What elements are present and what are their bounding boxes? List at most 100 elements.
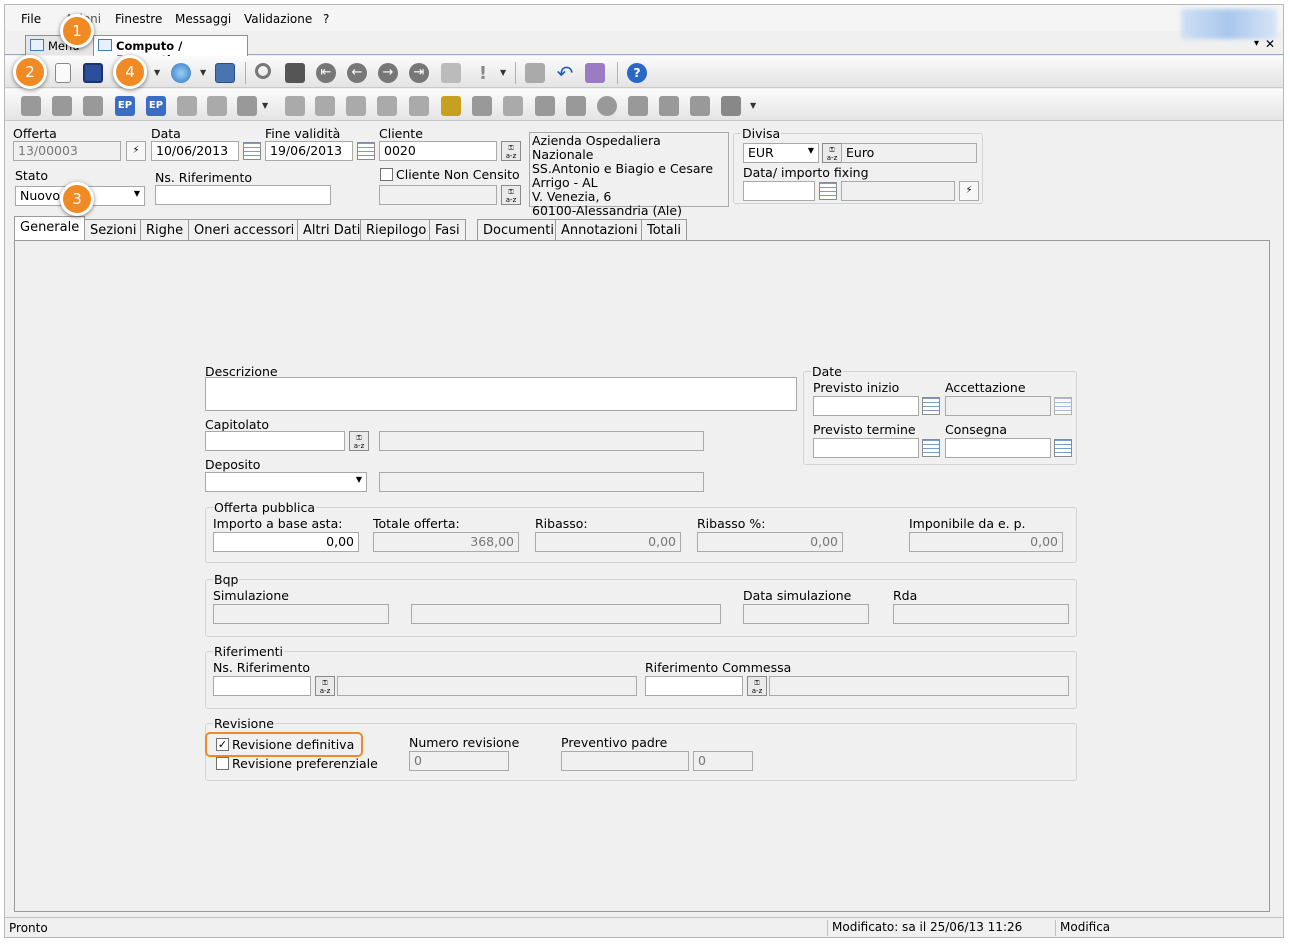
menu-validazione[interactable]: Validazione (244, 12, 312, 26)
document-delete-icon[interactable] (207, 96, 227, 116)
key-lookup-icon[interactable]: ⚿ a-z (315, 676, 335, 696)
print-icon[interactable] (237, 96, 257, 116)
table-icon[interactable] (409, 96, 429, 116)
last-record-icon[interactable]: ⇥ (409, 63, 429, 83)
globe-icon[interactable] (171, 63, 191, 83)
gears-icon[interactable] (472, 96, 492, 116)
fixing-amount-field[interactable] (841, 181, 955, 201)
calendar-icon[interactable] (922, 439, 940, 457)
divisa-select[interactable]: EUR ▼ (743, 143, 819, 163)
chevron-down-icon[interactable]: ▼ (262, 101, 268, 110)
tab-riepilogo[interactable]: Riepilogo (360, 219, 433, 241)
open-folder-icon[interactable] (21, 96, 41, 116)
previsto-termine-field[interactable] (813, 438, 919, 458)
previous-icon[interactable]: ← (347, 63, 367, 83)
ep-export-icon[interactable]: EP (146, 96, 166, 116)
app-manager-icon[interactable] (585, 63, 605, 83)
tab-sezioni[interactable]: Sezioni (84, 219, 143, 241)
calendar-icon[interactable] (819, 182, 837, 200)
data-field[interactable]: 10/06/2013 (151, 141, 239, 161)
compass-icon[interactable] (597, 96, 617, 116)
lightning-icon[interactable]: ⚡ (959, 181, 979, 201)
importo-field[interactable]: 0,00 (213, 532, 359, 552)
lightning-icon[interactable]: ⚡ (126, 141, 146, 161)
tools-icon[interactable] (503, 96, 523, 116)
capitolato-field[interactable] (205, 431, 345, 451)
chevron-down-icon[interactable]: ▾ (1254, 38, 1259, 49)
key-lookup-icon[interactable]: ⚿ a-z (349, 431, 369, 451)
key-lookup-icon[interactable]: ⚿ a-z (501, 185, 521, 205)
undo-icon[interactable]: ↶ (555, 63, 575, 83)
calendar-icon[interactable] (357, 142, 375, 160)
key-lookup-icon[interactable]: ⚿ a-z (501, 141, 521, 161)
descrizione-field[interactable] (205, 377, 797, 411)
copy-record-icon[interactable] (441, 63, 461, 83)
fixing-date-field[interactable] (743, 181, 815, 201)
accettazione-field[interactable] (945, 396, 1051, 416)
cancel-mail-icon[interactable] (525, 63, 545, 83)
preventivo-padre-rev[interactable]: 0 (693, 751, 753, 771)
chevron-down-icon[interactable]: ▼ (154, 68, 160, 77)
tab-fasi[interactable]: Fasi (429, 219, 466, 241)
tab-documenti[interactable]: Documenti (477, 219, 560, 241)
user-icon[interactable] (628, 96, 648, 116)
key-lookup-icon[interactable]: ⚿ a-z (747, 676, 767, 696)
revisione-preferenziale-checkbox[interactable] (216, 757, 229, 770)
search-icon[interactable] (255, 63, 271, 79)
cliente-field[interactable]: 0020 (379, 141, 497, 161)
house-icon[interactable] (535, 96, 555, 116)
doc-tab-computo[interactable]: Computo / Preventivo (93, 35, 248, 67)
tags-icon[interactable] (690, 96, 710, 116)
ep-icon[interactable]: EP (115, 96, 135, 116)
chevron-down-icon[interactable]: ▼ (750, 101, 756, 110)
tab-oneri-accessori[interactable]: Oneri accessori (188, 219, 301, 241)
close-icon[interactable]: ✕ (1265, 37, 1275, 51)
open-folder-icon[interactable] (52, 96, 72, 116)
document-icon[interactable] (177, 96, 197, 116)
offerta-field[interactable]: 13/00003 (13, 141, 121, 161)
menu-help[interactable]: ? (323, 12, 329, 26)
ns-rif-field[interactable] (213, 676, 311, 696)
calendar-icon[interactable] (1054, 439, 1072, 457)
tab-altri-dati[interactable]: Altri Dati (297, 219, 367, 241)
chevron-down-icon[interactable]: ▼ (500, 68, 506, 77)
wrench-icon[interactable] (315, 96, 335, 116)
next-icon[interactable]: → (378, 63, 398, 83)
settings-window-icon[interactable] (215, 63, 235, 83)
open-folder-icon[interactable] (83, 96, 103, 116)
help-icon[interactable]: ? (627, 63, 647, 83)
first-record-icon[interactable]: ⇤ (316, 63, 336, 83)
numero-revisione-field[interactable]: 0 (409, 751, 509, 771)
calendar-icon[interactable] (1054, 397, 1072, 415)
data-simulazione-field[interactable] (743, 604, 869, 624)
menu-finestre[interactable]: Finestre (115, 12, 162, 26)
house-settings-icon[interactable] (566, 96, 586, 116)
exclamation-icon[interactable]: ! (473, 63, 493, 84)
tab-generale[interactable]: Generale (14, 216, 86, 241)
tab-righe[interactable]: Righe (140, 219, 190, 241)
ns-riferimento-field[interactable] (155, 185, 331, 205)
fine-validita-field[interactable]: 19/06/2013 (265, 141, 353, 161)
rif-commessa-field[interactable] (645, 676, 743, 696)
previsto-inizio-field[interactable] (813, 396, 919, 416)
new-document-icon[interactable] (55, 63, 71, 83)
key-lookup-icon[interactable]: ⚿ a-z (822, 143, 842, 163)
calculator-icon[interactable] (346, 96, 366, 116)
tab-annotazioni[interactable]: Annotazioni (555, 219, 644, 241)
cliente-non-censito-field[interactable] (379, 185, 497, 205)
import-icon[interactable] (441, 96, 461, 116)
preventivo-padre-field[interactable] (561, 751, 689, 771)
cliente-non-censito-checkbox[interactable] (380, 168, 393, 181)
rda-field[interactable] (893, 604, 1069, 624)
deposito-select[interactable]: ▼ (205, 472, 367, 492)
menu-file[interactable]: File (21, 12, 41, 26)
notes-icon[interactable] (377, 96, 397, 116)
binoculars-icon[interactable] (285, 63, 305, 83)
tab-totali[interactable]: Totali (641, 219, 687, 241)
columns-icon[interactable] (721, 96, 741, 116)
save-icon[interactable] (83, 63, 103, 83)
gears-search-icon[interactable] (659, 96, 679, 116)
simulazione-field[interactable] (213, 604, 389, 624)
menu-messaggi[interactable]: Messaggi (175, 12, 231, 26)
calendar-icon[interactable] (922, 397, 940, 415)
